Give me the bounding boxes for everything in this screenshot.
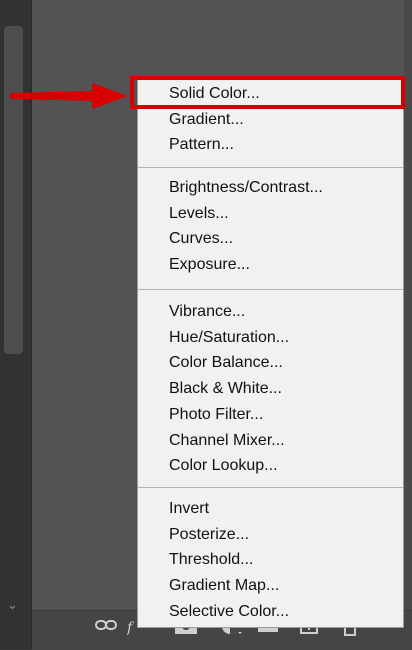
solid-color-highlight-box [130, 76, 405, 109]
chevron-down-icon[interactable]: ⌄ [7, 598, 18, 613]
menu-item-color-balance[interactable]: Color Balance... [169, 353, 283, 373]
menu-item-brightness-contrast[interactable]: Brightness/Contrast... [169, 178, 323, 198]
red-arrow-annotation [10, 83, 128, 109]
panel-edge [404, 0, 412, 649]
menu-item-posterize[interactable]: Posterize... [169, 525, 249, 545]
fx-icon[interactable]: f [126, 618, 137, 640]
link-icon[interactable] [95, 618, 117, 636]
menu-item-hue-saturation[interactable]: Hue/Saturation... [169, 328, 289, 348]
menu-item-levels[interactable]: Levels... [169, 204, 229, 224]
menu-item-black-white[interactable]: Black & White... [169, 379, 282, 399]
menu-item-vibrance[interactable]: Vibrance... [169, 302, 245, 322]
menu-separator [138, 167, 403, 168]
menu-item-gradient[interactable]: Gradient... [169, 110, 244, 130]
menu-item-photo-filter[interactable]: Photo Filter... [169, 405, 263, 425]
menu-item-invert[interactable]: Invert [169, 499, 209, 519]
menu-item-curves[interactable]: Curves... [169, 229, 233, 249]
menu-item-color-lookup[interactable]: Color Lookup... [169, 456, 278, 476]
menu-separator [138, 289, 403, 290]
menu-item-channel-mixer[interactable]: Channel Mixer... [169, 431, 285, 451]
menu-item-exposure[interactable]: Exposure... [169, 255, 250, 275]
menu-item-threshold[interactable]: Threshold... [169, 550, 253, 570]
menu-separator [138, 487, 403, 488]
menu-item-pattern[interactable]: Pattern... [169, 135, 234, 155]
adjustment-menu: Solid Color... Gradient... Pattern... Brigh… [137, 76, 404, 628]
menu-item-gradient-map[interactable]: Gradient Map... [169, 576, 279, 596]
menu-item-selective-color[interactable]: Selective Color... [169, 602, 289, 622]
svg-text:f: f [127, 620, 135, 636]
